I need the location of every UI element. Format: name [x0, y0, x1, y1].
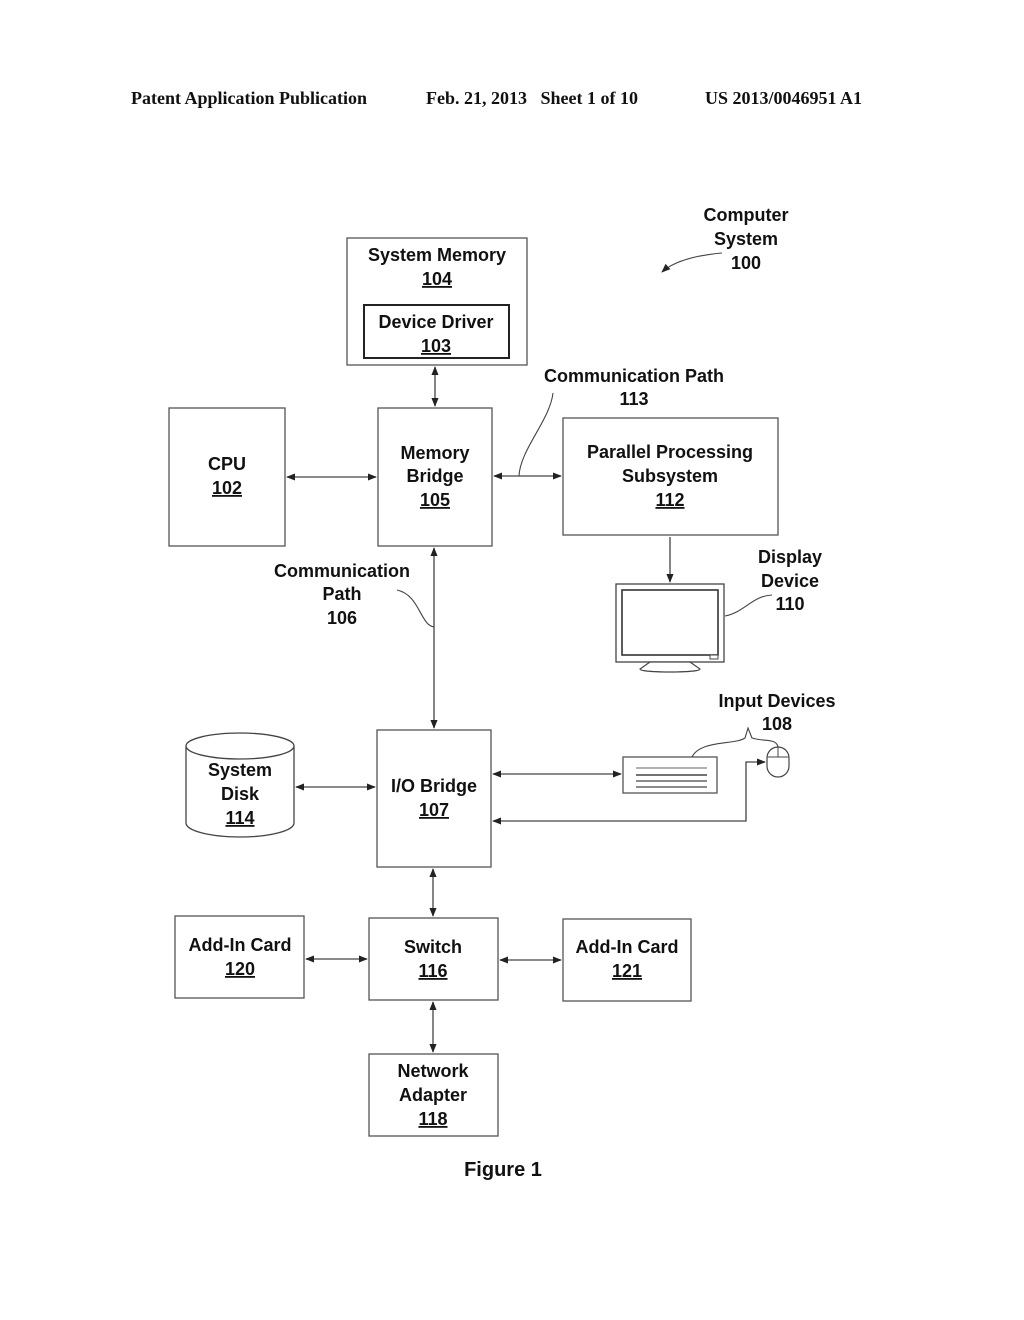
device-driver-block: Device Driver 103: [363, 304, 510, 359]
display-device-line2: Device: [761, 571, 819, 591]
memory-bridge-block: Memory Bridge 105: [377, 407, 493, 547]
computer-system-ref: 100: [731, 253, 761, 273]
network-adapter-block: Network Adapter 118: [368, 1053, 499, 1137]
keyboard-icon: [622, 756, 718, 794]
network-adapter-line2: Adapter: [399, 1085, 467, 1105]
display-device: Display Device 110: [615, 547, 822, 673]
mouse-icon: [766, 746, 790, 778]
add-in-card-120-ref: 120: [225, 959, 255, 979]
comm-path-106-ref: 106: [327, 608, 357, 628]
system-memory-ref: 104: [422, 269, 452, 289]
input-devices-ref: 108: [762, 714, 792, 734]
block-diagram: Computer System 100 System Memory 104 De…: [168, 205, 836, 1181]
cpu-block: CPU 102: [168, 407, 286, 547]
switch-label: Switch: [404, 937, 462, 957]
network-adapter-line1: Network: [397, 1061, 469, 1081]
device-driver-label: Device Driver: [378, 312, 493, 332]
comm-path-113-leader: [518, 392, 554, 477]
display-device-line1: Display: [758, 547, 822, 567]
add-in-card-121-block: Add-In Card 121: [562, 918, 692, 1002]
comm-path-106-line2: Path: [322, 584, 361, 604]
system-disk-line1: System: [208, 760, 272, 780]
display-device-ref: 110: [775, 594, 804, 614]
computer-system-line1: Computer: [704, 205, 789, 225]
network-adapter-ref: 118: [418, 1109, 447, 1129]
comm-path-106-label: Communication Path 106: [274, 561, 435, 628]
input-devices: Input Devices 108: [622, 691, 836, 794]
io-bridge-block: I/O Bridge 107: [376, 729, 492, 868]
memory-bridge-ref: 105: [420, 490, 450, 510]
display-device-leader: [724, 594, 773, 617]
computer-system-label: Computer System 100: [661, 205, 789, 273]
memory-bridge-line2: Bridge: [406, 466, 463, 486]
system-disk-ref: 114: [225, 808, 254, 828]
figure-caption: Figure 1: [464, 1159, 542, 1181]
system-disk: System Disk 114: [185, 732, 295, 838]
cpu-label: CPU: [208, 454, 246, 474]
parallel-processing-line1: Parallel Processing: [587, 442, 753, 462]
cpu-ref: 102: [212, 478, 242, 498]
memory-bridge-line1: Memory: [400, 443, 469, 463]
add-in-card-120-label: Add-In Card: [189, 935, 292, 955]
add-in-card-121-label: Add-In Card: [576, 937, 679, 957]
switch-block: Switch 116: [368, 917, 499, 1001]
monitor-icon: [615, 583, 725, 673]
parallel-processing-block: Parallel Processing Subsystem 112: [562, 417, 779, 536]
parallel-processing-ref: 112: [655, 490, 684, 510]
system-memory-block: System Memory 104 Device Driver 103: [346, 237, 528, 366]
comm-path-106-leader: [396, 589, 435, 628]
comm-path-106-line1: Communication: [274, 561, 410, 581]
comm-path-113-text: Communication Path: [544, 366, 724, 386]
io-bridge-label: I/O Bridge: [391, 776, 477, 796]
io-bridge-ref: 107: [419, 800, 449, 820]
system-memory-label: System Memory: [368, 245, 506, 265]
comm-path-113-ref: 113: [619, 389, 648, 409]
computer-system-line2: System: [714, 229, 778, 249]
device-driver-ref: 103: [421, 336, 451, 356]
system-disk-line2: Disk: [221, 784, 260, 804]
add-in-card-120-block: Add-In Card 120: [174, 915, 305, 999]
input-devices-label: Input Devices: [718, 691, 835, 711]
add-in-card-121-ref: 121: [612, 961, 642, 981]
switch-ref: 116: [418, 961, 447, 981]
parallel-processing-line2: Subsystem: [622, 466, 718, 486]
computer-system-pointer-arrow: [661, 252, 723, 273]
